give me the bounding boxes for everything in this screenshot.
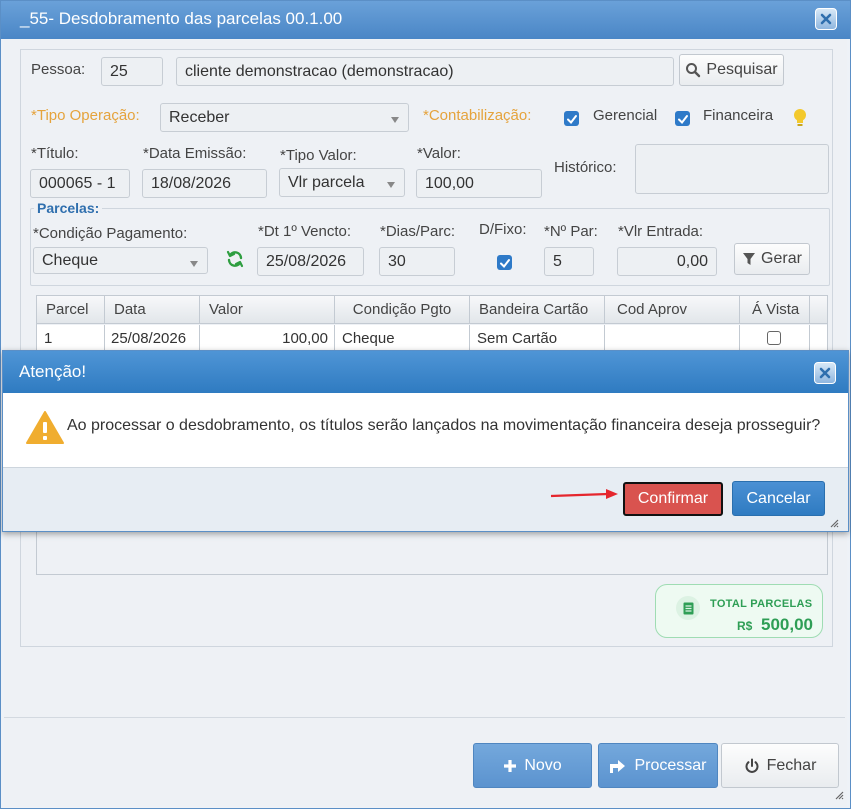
total-icon-wrap <box>676 596 700 620</box>
novo-button[interactable]: Novo <box>473 743 592 788</box>
condicao-pagamento-select[interactable]: Cheque <box>33 247 208 274</box>
cancel-button[interactable]: Cancelar <box>732 481 825 516</box>
close-icon <box>819 367 831 379</box>
dias-parc-label: *Dias/Parc: <box>380 223 456 240</box>
arrow-right-icon <box>550 489 618 499</box>
warning-icon <box>26 411 64 444</box>
historico-label: Histórico: <box>554 159 617 176</box>
novo-label: Novo <box>524 756 562 774</box>
contabilizacao-label: *Contabilização: <box>423 107 532 124</box>
grid-header-cod-aprov[interactable]: Cod Aprov <box>605 296 740 324</box>
grid-header-bandeira[interactable]: Bandeira Cartão <box>470 296 605 324</box>
processar-button[interactable]: Processar <box>598 743 718 788</box>
dt-vencto-label: *Dt 1º Vencto: <box>258 223 352 240</box>
check-icon <box>499 258 510 268</box>
vlr-entrada-label: *Vlr Entrada: <box>618 223 704 240</box>
dfixo-checkbox[interactable] <box>497 255 512 270</box>
dialog-message: Ao processar o desdobramento, os títulos… <box>67 417 821 434</box>
dfixo-label: D/Fixo: <box>479 221 527 238</box>
vlr-entrada-input[interactable]: 0,00 <box>617 247 717 276</box>
titulo-input[interactable]: 000065 - 1 <box>30 169 130 198</box>
grid-header-a-vista[interactable]: Á Vista <box>740 296 810 324</box>
dias-parc-input[interactable]: 30 <box>379 247 455 276</box>
document-icon <box>683 602 693 614</box>
valor-label: *Valor: <box>417 145 461 162</box>
power-icon <box>745 758 759 773</box>
window-titlebar[interactable]: _55- Desdobramento das parcelas 00.1.00 <box>1 1 850 39</box>
grid-header-condicao[interactable]: Condição Pgto <box>335 296 470 324</box>
npar-input[interactable]: 5 <box>544 247 594 276</box>
window-title: _55- Desdobramento das parcelas 00.1.00 <box>20 9 343 28</box>
grid-cell-bandeira: Sem Cartão <box>470 325 605 352</box>
pesquisar-label: Pesquisar <box>706 61 778 78</box>
processar-label: Processar <box>634 756 707 774</box>
filter-icon <box>743 253 756 265</box>
grid-cell-parcel: 1 <box>37 325 105 352</box>
confirm-button[interactable]: Confirmar <box>623 482 723 516</box>
check-icon <box>677 114 688 124</box>
financeira-checkbox[interactable] <box>675 111 690 126</box>
grid-cell-valor: 100,00 <box>200 325 335 352</box>
grid-header-valor[interactable]: Valor <box>200 296 335 324</box>
total-parcelas-card: TOTAL PARCELAS R$ 500,00 <box>655 584 823 638</box>
dialog-footer: Confirmar Cancelar <box>3 467 848 531</box>
data-emissao-label: *Data Emissão: <box>143 145 247 162</box>
dt-vencto-input[interactable]: 25/08/2026 <box>257 247 364 276</box>
pessoa-label: Pessoa: <box>31 61 86 78</box>
gerencial-checkbox[interactable] <box>564 111 579 126</box>
share-arrow-icon <box>610 759 626 773</box>
grid-cell-cod-aprov <box>605 325 740 352</box>
dialog-resize-handle[interactable] <box>829 518 839 528</box>
tipo-valor-label: *Tipo Valor: <box>280 147 357 164</box>
a-vista-checkbox[interactable] <box>767 331 781 345</box>
dialog-title: Atenção! <box>19 362 87 381</box>
check-icon <box>566 114 577 124</box>
pessoa-name-input[interactable]: cliente demonstracao (demonstracao) <box>176 57 674 86</box>
grid-cell-condicao: Cheque <box>335 325 470 352</box>
parcelas-legend: Parcelas: <box>34 200 103 216</box>
pessoa-code-input[interactable]: 25 <box>101 57 163 86</box>
tipo-operacao-label: *Tipo Operação: <box>31 107 140 124</box>
historico-textarea[interactable] <box>635 144 829 194</box>
gerencial-label: Gerencial <box>593 107 658 124</box>
titulo-label: *Título: <box>31 145 79 162</box>
financeira-label: Financeira <box>703 107 774 124</box>
plus-icon <box>504 759 517 772</box>
fechar-button[interactable]: Fechar <box>721 743 839 788</box>
total-parcelas-label: TOTAL PARCELAS <box>710 598 813 610</box>
valor-input[interactable]: 100,00 <box>416 169 542 198</box>
fechar-label: Fechar <box>766 756 817 774</box>
gerar-label: Gerar <box>761 250 802 267</box>
npar-label: *Nº Par: <box>544 223 598 240</box>
data-emissao-input[interactable]: 18/08/2026 <box>142 169 267 198</box>
grid-header: Parcel Data Valor Condição Pgto Bandeira… <box>37 296 827 324</box>
search-icon <box>686 63 701 78</box>
window-close-button[interactable] <box>815 8 837 30</box>
tipo-valor-select[interactable]: Vlr parcela <box>279 168 405 197</box>
window-resize-handle[interactable] <box>834 790 844 800</box>
table-row[interactable]: 1 25/08/2026 100,00 Cheque Sem Cartão <box>37 325 827 352</box>
grid-header-parcel[interactable]: Parcel <box>37 296 105 324</box>
total-currency: R$ <box>737 619 753 633</box>
lightbulb-icon[interactable] <box>792 107 808 129</box>
refresh-icon[interactable] <box>225 249 245 269</box>
grid-cell-a-vista <box>740 325 810 352</box>
footer-divider <box>4 717 845 718</box>
gerar-button[interactable]: Gerar <box>734 243 810 275</box>
grid-cell-data: 25/08/2026 <box>105 325 200 352</box>
grid-header-data[interactable]: Data <box>105 296 200 324</box>
dialog-close-button[interactable] <box>814 362 836 384</box>
total-parcelas-value: 500,00 <box>761 615 813 634</box>
pesquisar-button[interactable]: Pesquisar <box>679 54 784 86</box>
dialog-titlebar[interactable]: Atenção! <box>3 351 848 393</box>
attention-dialog: Atenção! Ao processar o desdobramento, o… <box>2 350 849 532</box>
tipo-operacao-select[interactable]: Receber <box>160 103 409 132</box>
condicao-pagamento-label: *Condição Pagamento: <box>33 225 188 242</box>
close-icon <box>820 13 832 25</box>
